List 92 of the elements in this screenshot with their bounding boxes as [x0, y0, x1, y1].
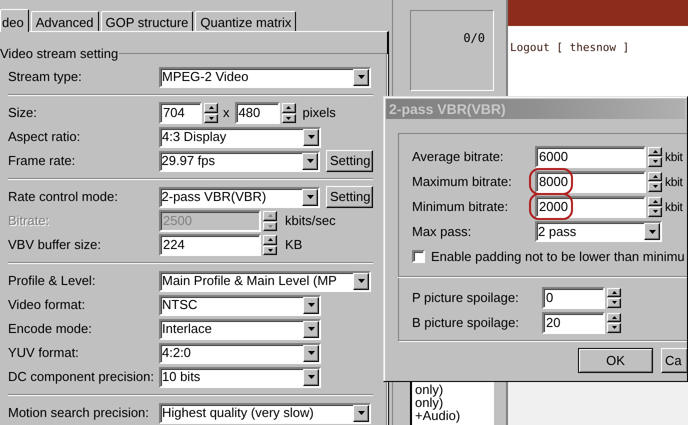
dropdown-field[interactable]: 10 bits — [159, 366, 321, 388]
dropdown-arrow-button[interactable] — [644, 223, 660, 240]
number-field[interactable]: 6000 — [535, 146, 646, 168]
field-label: Aspect ratio: — [8, 128, 82, 146]
unit-label: kbit — [665, 148, 682, 166]
caret-icon — [308, 303, 314, 307]
field-label: Size: — [8, 104, 38, 122]
dropdown-arrow-button[interactable] — [353, 68, 369, 86]
field-label: Bitrate: — [8, 212, 50, 230]
counter-text: 0/0 — [463, 30, 485, 47]
caret-icon — [306, 195, 314, 199]
field-label: B picture spoilage: — [412, 314, 520, 332]
spin-buttons[interactable] — [282, 103, 296, 123]
window-title: 2-pass VBR(VBR) — [389, 100, 506, 119]
caret-icon — [358, 279, 364, 283]
number-field[interactable]: 224 — [159, 234, 261, 256]
list-item[interactable]: +Audio) — [415, 409, 494, 422]
dropdown-field[interactable]: 4:3 Display — [159, 126, 321, 148]
field-label: Minimum bitrate: — [412, 198, 510, 216]
dialog-button[interactable]: Ca — [661, 348, 687, 373]
spin-buttons[interactable] — [648, 196, 662, 216]
spin-buttons[interactable] — [263, 211, 277, 231]
dropdown-arrow-button[interactable] — [353, 272, 369, 290]
number-field[interactable]: 20 — [542, 312, 605, 334]
field-label: YUV format: — [8, 344, 80, 362]
setting-button[interactable]: Setting — [326, 150, 373, 172]
dropdown-arrow-button[interactable] — [303, 296, 319, 314]
field-label: Frame rate: — [8, 152, 76, 170]
dropdown-arrow-button[interactable] — [303, 320, 319, 338]
spin-buttons[interactable] — [648, 146, 662, 166]
field-label: Profile & Level: — [8, 272, 96, 290]
field-label: Average bitrate: — [412, 148, 505, 166]
unit-label: pixels — [302, 104, 336, 122]
unit-label: kbit — [665, 174, 682, 190]
dropdown-field[interactable]: 29.97 fps — [158, 150, 320, 172]
dropdown-field[interactable]: Highest quality (very slow) — [159, 402, 371, 424]
dropdown-field[interactable]: Interlace — [159, 318, 321, 340]
tab[interactable]: GOP structure — [100, 11, 194, 31]
dropdown-field[interactable]: 2-pass VBR(VBR) — [158, 186, 320, 208]
field-label: Encode mode: — [8, 320, 93, 338]
dropdown-arrow-button[interactable] — [302, 188, 318, 206]
unit-label: KB — [285, 236, 302, 254]
list-item[interactable]: only) — [415, 396, 494, 409]
setting-button[interactable]: Setting — [326, 186, 373, 208]
tab[interactable]: Advanced — [30, 11, 99, 31]
list-item[interactable]: only) — [415, 383, 494, 396]
dropdown-field[interactable]: 2 pass — [535, 221, 662, 242]
dropdown-arrow-button[interactable] — [303, 344, 319, 362]
field-label: Video format: — [8, 296, 86, 314]
spin-buttons[interactable] — [263, 235, 277, 255]
dropdown-arrow-button[interactable] — [303, 368, 319, 386]
caret-icon — [308, 375, 314, 379]
dropdown-field[interactable]: Main Profile & Main Level (MP — [159, 270, 371, 292]
dropdown-arrow-button[interactable] — [303, 128, 319, 146]
times-sign: x — [223, 104, 230, 122]
unit-label: kbits/sec — [285, 212, 336, 230]
number-field[interactable]: 704 — [159, 102, 202, 124]
field-label: Motion search precision: — [8, 404, 150, 422]
tab[interactable]: deo — [0, 9, 29, 32]
caret-icon — [308, 135, 314, 139]
number-field[interactable]: 480 — [234, 102, 280, 124]
field-label: VBV buffer size: — [8, 236, 102, 254]
field-label: Rate control mode: — [8, 188, 119, 206]
field-label: Maximum bitrate: — [412, 172, 513, 191]
number-field[interactable]: 8000 — [535, 170, 646, 192]
caret-icon — [308, 327, 314, 331]
unit-label: kbit — [665, 198, 682, 216]
field-label: Max pass: — [412, 222, 472, 241]
spin-buttons[interactable] — [607, 288, 621, 308]
dropdown-field[interactable]: NTSC — [159, 294, 321, 316]
spin-buttons[interactable] — [204, 103, 218, 123]
number-field[interactable]: 2000 — [535, 196, 646, 218]
spin-buttons[interactable] — [648, 172, 662, 192]
field-label: DC component precision: — [8, 368, 155, 386]
dropdown-field[interactable]: MPEG-2 Video — [159, 66, 371, 88]
field-label: P picture spoilage: — [412, 288, 520, 307]
checkbox[interactable] — [412, 250, 425, 263]
logout-link[interactable]: Logout [ thesnow ] — [510, 41, 630, 54]
dropdown-field[interactable]: 4:2:0 — [159, 342, 321, 364]
caret-icon — [358, 411, 364, 415]
dropdown-arrow-button[interactable] — [353, 404, 369, 422]
caret-icon — [308, 351, 314, 355]
checkbox-label[interactable]: Enable padding not to be lower than minimu — [431, 246, 685, 266]
field-label: Stream type: — [8, 68, 83, 86]
dropdown-arrow-button[interactable] — [302, 152, 318, 170]
tab[interactable]: Quantize matrix — [195, 11, 296, 31]
spin-buttons[interactable] — [607, 312, 621, 332]
caret-icon — [358, 75, 364, 79]
caret-icon — [648, 230, 656, 234]
caret-icon — [306, 159, 314, 163]
number-field[interactable]: 0 — [542, 286, 605, 308]
dialog-button[interactable]: OK — [578, 348, 653, 373]
